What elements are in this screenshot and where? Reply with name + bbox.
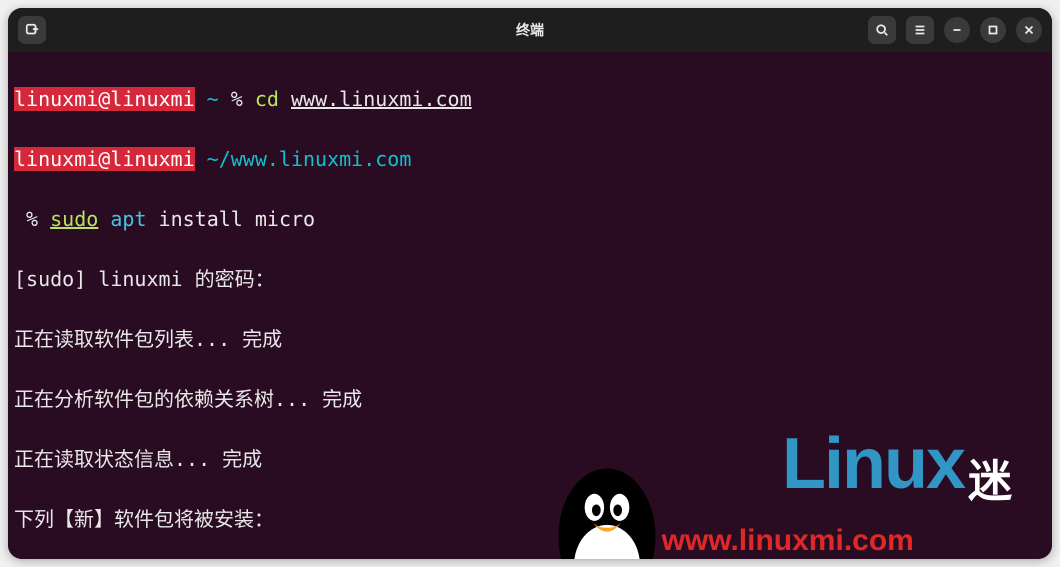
window-title: 终端 <box>516 20 544 40</box>
search-button[interactable] <box>868 16 896 44</box>
user-host: linuxmi@linuxmi <box>14 147 195 171</box>
cmd-apt: apt <box>110 207 146 231</box>
watermark: Linux迷 www.linuxmi.com <box>532 394 1012 559</box>
cmd-sudo: sudo <box>50 207 98 231</box>
cwd: ~/www.linuxmi.com <box>207 147 412 171</box>
cmd-cd: cd <box>255 87 279 111</box>
prompt-line-1: linuxmi@linuxmi ~ % cd www.linuxmi.com <box>14 84 1046 114</box>
prompt-line-3: % sudo apt install micro <box>14 204 1046 234</box>
output-line: 正在分析软件包的依赖关系树... 完成 <box>14 384 1046 414</box>
prompt-char: % <box>231 87 243 111</box>
output-line: 正在读取状态信息... 完成 <box>14 444 1046 474</box>
prompt-char: % <box>26 207 38 231</box>
prompt-line-2: linuxmi@linuxmi ~/www.linuxmi.com <box>14 144 1046 174</box>
output-line: 正在读取软件包列表... 完成 <box>14 324 1046 354</box>
cmd-install-args: install micro <box>159 207 316 231</box>
maximize-button[interactable] <box>980 17 1006 43</box>
new-tab-button[interactable] <box>18 16 46 44</box>
titlebar: 终端 <box>8 8 1052 52</box>
cmd-cd-arg: www.linuxmi.com <box>291 87 472 111</box>
home-symbol: ~ <box>207 87 219 111</box>
tux-icon <box>532 394 682 559</box>
close-button[interactable] <box>1016 17 1042 43</box>
terminal-window: 终端 linuxmi@linuxmi ~ % cd www.linuxmi.co… <box>8 8 1052 559</box>
user-host: linuxmi@linuxmi <box>14 87 195 111</box>
output-line: [sudo] linuxmi 的密码： <box>14 264 1046 294</box>
terminal-content[interactable]: linuxmi@linuxmi ~ % cd www.linuxmi.com l… <box>8 52 1052 559</box>
output-line: 下列【新】软件包将被安装： <box>14 504 1046 534</box>
hamburger-menu-button[interactable] <box>906 16 934 44</box>
minimize-button[interactable] <box>944 17 970 43</box>
